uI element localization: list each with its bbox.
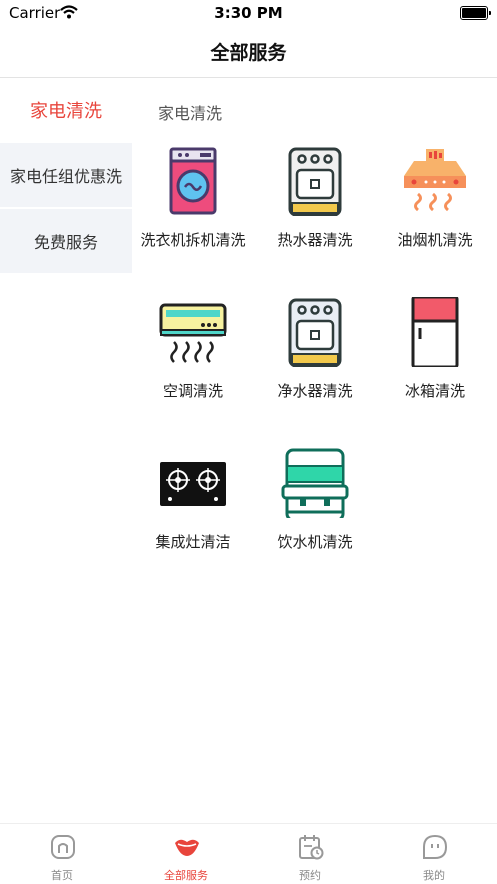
- lips-icon: [175, 839, 199, 856]
- page-title: 全部服务: [210, 42, 287, 64]
- refrigerator-icon: [411, 297, 459, 367]
- service-label: 洗衣机拆机清洗: [140, 231, 246, 249]
- navigation-bar: 全部服务: [0, 26, 497, 78]
- home-icon: [51, 835, 75, 859]
- service-label: 热水器清洗: [277, 231, 353, 249]
- tab-bar: 首页 全部服务 预约 我的: [0, 823, 497, 884]
- service-label: 饮水机清洗: [277, 533, 353, 551]
- tab-label: 预约: [299, 869, 321, 882]
- tab-label: 我的: [423, 869, 445, 882]
- sidebar-item-appliance-cleaning[interactable]: 家电清洗: [0, 78, 132, 142]
- service-label: 油烟机清洗: [397, 231, 473, 249]
- service-label: 净水器清洗: [277, 382, 353, 400]
- service-label: 空调清洗: [162, 382, 223, 400]
- status-bar: Carrier 3:30 PM: [0, 0, 497, 26]
- calendar-clock-icon: [299, 835, 324, 860]
- tab-profile[interactable]: 我的: [372, 824, 496, 884]
- tab-label: 全部服务: [164, 869, 208, 882]
- washing-machine-icon: [169, 147, 217, 215]
- battery-icon: [460, 6, 491, 20]
- clock: 3:30 PM: [214, 4, 283, 22]
- water-dispenser-icon: [281, 448, 349, 518]
- sidebar-item-free-service[interactable]: 免费服务: [0, 209, 132, 273]
- range-hood-icon: [404, 149, 466, 212]
- profile-icon: [423, 834, 448, 859]
- service-label: 集成灶清洁: [155, 533, 231, 551]
- sidebar-item-group-discount[interactable]: 家电任组优惠洗: [0, 143, 132, 207]
- water-heater-icon: [288, 147, 342, 216]
- air-conditioner-icon: [159, 303, 227, 363]
- tab-label: 首页: [51, 869, 73, 882]
- water-purifier-icon: [288, 298, 342, 367]
- service-label: 冰箱清洗: [404, 382, 465, 400]
- section-title: 家电清洗: [158, 104, 223, 123]
- gas-stove-icon: [160, 462, 226, 506]
- tab-home[interactable]: 首页: [0, 824, 124, 884]
- tab-all-services[interactable]: 全部服务: [124, 824, 248, 884]
- tab-booking[interactable]: 预约: [248, 824, 372, 884]
